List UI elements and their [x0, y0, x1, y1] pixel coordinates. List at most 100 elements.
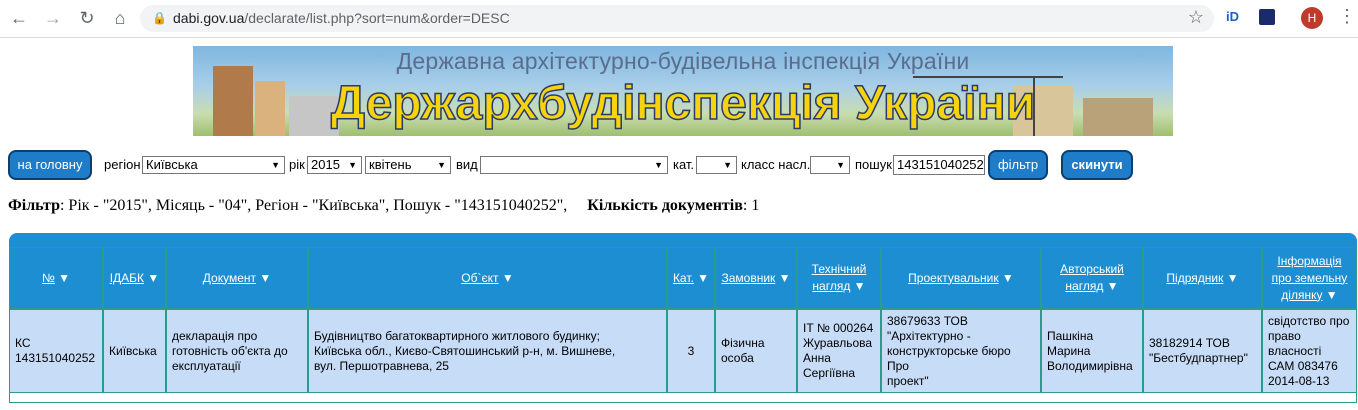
sort-arrow-icon[interactable]: ▼ [850, 279, 866, 293]
table-cell-line: Київська [109, 343, 157, 358]
region-value: Київська [146, 157, 198, 172]
home-button[interactable]: на головну [8, 150, 92, 180]
sort-link-text[interactable]: Замовник [721, 271, 775, 285]
sort-arrow-icon[interactable]: ▼ [694, 271, 709, 285]
avatar[interactable]: H [1301, 7, 1323, 29]
month-select[interactable]: квітень ▼ [365, 156, 451, 174]
sort-arrow-icon[interactable]: ▼ [55, 271, 70, 285]
sort-link[interactable]: Технічний нагляд ▼ [812, 261, 867, 295]
table-cell-line: Фізична [721, 336, 765, 350]
table-header-cell: Кат. ▼ [667, 247, 715, 309]
sort-link-text[interactable]: нагляд [812, 279, 850, 293]
table-cell-line: власності [1268, 343, 1322, 358]
banner-subtitle: Державна архітектурно-будівельна інспекц… [396, 48, 970, 74]
sort-link-text[interactable]: ділянку [1281, 288, 1322, 302]
table-cell-line: Анна [803, 351, 831, 365]
table-cell: декларація про готовність об'єкта до експл… [166, 309, 308, 393]
sort-link[interactable]: Замовник ▼ [721, 270, 790, 287]
back-icon[interactable]: ← [9, 8, 29, 28]
sort-link-text[interactable]: нагляд [1065, 279, 1103, 293]
table-cell-line: Журавльова [803, 336, 873, 350]
table-cell-line: Будівництво багатоквартирного житлового … [314, 328, 600, 343]
sort-arrow-icon[interactable]: ▼ [256, 271, 271, 285]
extension-icon[interactable] [1259, 9, 1275, 25]
class-label: класс насл. [741, 157, 811, 172]
sort-arrow-icon[interactable]: ▼ [999, 271, 1014, 285]
sort-link-text[interactable]: Авторський [1060, 262, 1124, 276]
address-bar[interactable]: 🔒 dabi.gov.ua/declarate/list.php?sort=nu… [140, 5, 1214, 32]
table-cell-line: Марина [1047, 343, 1091, 358]
table-cell-line: 38679633 ТОВ [887, 313, 968, 328]
sort-link[interactable]: Проектувальник ▼ [908, 270, 1014, 287]
sort-link[interactable]: Об`єкт ▼ [461, 270, 513, 287]
sort-link[interactable]: ІДАБК ▼ [110, 270, 160, 287]
year-select[interactable]: 2015 ▼ [307, 156, 362, 174]
table-cell-line: ІТ № 000264 [803, 321, 874, 335]
sort-arrow-icon[interactable]: ▼ [1322, 288, 1338, 302]
month-value: квітень [369, 157, 412, 172]
sort-link-text[interactable]: № [42, 271, 55, 285]
table-header-cell: Підрядник ▼ [1143, 247, 1262, 309]
table-cell-line: конструкторське бюро Про [887, 343, 1011, 373]
filter-button[interactable]: фільтр [988, 150, 1048, 180]
table-header-cell: Об`єкт ▼ [308, 247, 667, 309]
sort-link[interactable]: № ▼ [42, 270, 70, 287]
sort-arrow-icon[interactable]: ▼ [499, 271, 514, 285]
forward-icon[interactable]: → [43, 8, 63, 28]
sort-link-text[interactable]: Технічний [812, 262, 867, 276]
sort-link[interactable]: Підрядник ▼ [1166, 270, 1238, 287]
class-select[interactable]: ▼ [810, 156, 850, 174]
dropdown-arrow-icon: ▼ [654, 160, 663, 170]
search-input[interactable]: 143151040252 [893, 155, 985, 175]
category-label: кат. [673, 157, 695, 172]
dropdown-arrow-icon: ▼ [348, 160, 357, 170]
dropdown-arrow-icon: ▼ [437, 160, 446, 170]
table-cell-line: Київська обл., Києво-Святошинський р-н, … [314, 343, 616, 358]
table-cell: Будівництво багатоквартирного житлового … [308, 309, 667, 393]
sort-link[interactable]: Авторський нагляд ▼ [1060, 261, 1124, 295]
sort-link-text[interactable]: Об`єкт [461, 271, 498, 285]
table-cell-line: САМ 083476 [1268, 358, 1338, 373]
sort-arrow-icon[interactable]: ▼ [1223, 271, 1239, 285]
sort-link[interactable]: Документ ▼ [203, 270, 271, 287]
table-cell-line: 2014-08-13 [1268, 373, 1330, 388]
table-cell: 3 [667, 309, 715, 393]
sort-link[interactable]: Кат. ▼ [673, 270, 709, 287]
reload-icon[interactable]: ↻ [77, 8, 97, 28]
menu-icon[interactable]: ⋮ [1338, 6, 1356, 27]
sort-link-text[interactable]: Підрядник [1166, 271, 1223, 285]
table-footer [9, 393, 1357, 403]
sort-arrow-icon[interactable]: ▼ [1103, 279, 1119, 293]
extension-id-icon[interactable]: iD [1226, 9, 1239, 24]
document-count-label: Кількість документів [587, 197, 743, 214]
sort-link-text[interactable]: про земельну [1272, 271, 1348, 285]
type-select[interactable]: ▼ [480, 156, 668, 174]
home-icon[interactable]: ⌂ [110, 8, 130, 28]
table-cell: КС 143151040252 [9, 309, 103, 393]
type-label: вид [456, 157, 478, 172]
sort-link-text[interactable]: Документ [203, 271, 256, 285]
category-select[interactable]: ▼ [696, 156, 737, 174]
document-count-value: : 1 [742, 197, 760, 214]
table-cell: 38679633 ТОВ "Архітектурно - конструкторсь… [881, 309, 1041, 393]
sort-link-text[interactable]: Проектувальник [908, 271, 998, 285]
table-header-cell: Технічний нагляд ▼ [797, 247, 881, 309]
table-cell-line: 3 [687, 343, 695, 358]
sort-arrow-icon[interactable]: ▼ [144, 271, 159, 285]
year-label: рік [289, 157, 305, 172]
star-icon[interactable]: ☆ [1188, 7, 1204, 28]
sort-arrow-icon[interactable]: ▼ [775, 271, 791, 285]
lock-icon: 🔒 [152, 11, 167, 25]
sort-link-text[interactable]: Інформація [1277, 254, 1341, 268]
reset-button[interactable]: скинути [1061, 150, 1133, 180]
sort-link-text[interactable]: ІДАБК [110, 271, 144, 285]
table-cell-line: 38182914 ТОВ [1149, 336, 1230, 350]
table-cell-line: вул. Першотравнева, 25 [314, 358, 449, 373]
table-cell-line: готовність об'єкта до [172, 343, 288, 358]
sort-link-text[interactable]: Кат. [673, 271, 694, 285]
table-cell-line: Сергіївна [803, 366, 856, 380]
sort-link[interactable]: Інформація про земельну ділянку ▼ [1272, 253, 1348, 304]
table-cell: Пашкіна Марина Володимирівна [1041, 309, 1143, 393]
region-select[interactable]: Київська ▼ [142, 156, 285, 174]
dropdown-arrow-icon: ▼ [836, 160, 845, 170]
